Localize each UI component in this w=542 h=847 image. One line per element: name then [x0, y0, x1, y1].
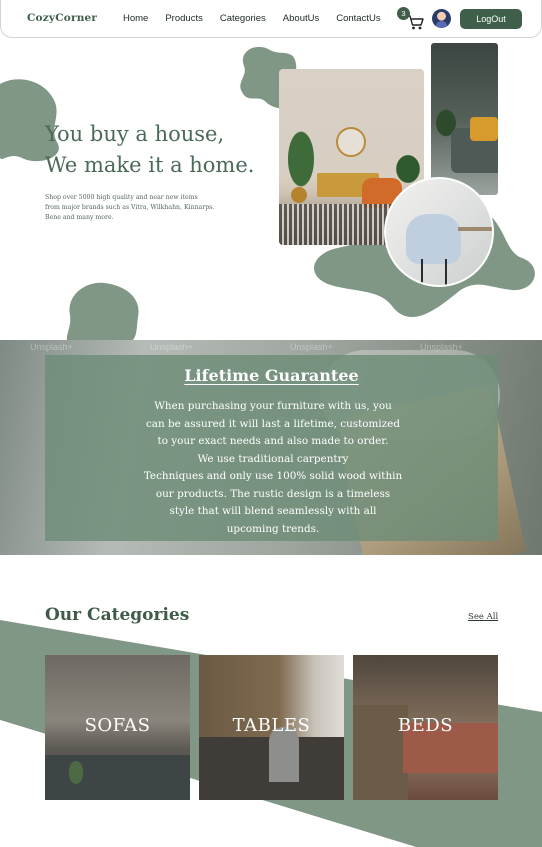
category-card-sofas[interactable]: SOFAS [45, 655, 190, 800]
watermark: Unsplash+ [30, 342, 73, 352]
lifetime-guarantee-title[interactable]: Lifetime Guarantee [45, 366, 498, 385]
chair-photo [384, 177, 494, 287]
see-all-link[interactable]: See All [468, 612, 498, 622]
watermark: Unsplash+ [290, 342, 333, 352]
hero-subtext-line1: Shop over 5000 high quality and near new… [45, 194, 198, 201]
hero-headline: You buy a house, We make it a home. [45, 119, 254, 181]
nav-link-products[interactable]: Products [165, 13, 203, 24]
lifetime-text-line: Techniques and only use 100% solid wood … [143, 470, 403, 482]
avatar[interactable] [432, 9, 451, 28]
hero-subtext: Shop over 5000 high quality and near new… [45, 193, 245, 223]
hero-subtext-line3: Bene and many more. [45, 214, 114, 221]
lifetime-guarantee-box: Lifetime Guarantee When purchasing your … [45, 355, 498, 541]
categories-title: Our Categories [45, 605, 190, 625]
hero-subtext-line2: from major brands such as Vitra, Wilkhah… [45, 204, 215, 211]
hero-headline-line1: You buy a house, [45, 122, 225, 146]
lifetime-text-line: style that will blend seamlessly with al… [169, 505, 377, 517]
category-label-beds: BEDS [397, 715, 454, 736]
nav-link-aboutus[interactable]: AboutUs [283, 13, 319, 24]
watermark: Unsplash+ [150, 342, 193, 352]
lifetime-guarantee-section: Unsplash+ Unsplash+ Unsplash+ Unsplash+ … [0, 340, 542, 555]
lifetime-text-line: upcoming trends. [226, 522, 320, 535]
navbar: CozyCorner Home Products Categories Abou… [0, 0, 542, 38]
lifetime-text-line: can be assured it will last a lifetime, … [145, 417, 400, 430]
nav-links: Home Products Categories AboutUs Contact… [123, 13, 398, 24]
nav-link-contactus[interactable]: ContactUs [336, 13, 380, 24]
watermark: Unsplash+ [420, 342, 463, 352]
category-card-beds[interactable]: BEDS [353, 655, 498, 800]
lifetime-text-line: our products. The rustic design is a tim… [155, 487, 391, 500]
hero-headline-line2: We make it a home. [45, 153, 255, 177]
sofa-photo [431, 43, 498, 195]
nav-link-home[interactable]: Home [123, 13, 148, 24]
category-label-sofas: SOFAS [84, 715, 151, 736]
lifetime-text-line: When purchasing your furniture with us, … [154, 400, 392, 412]
lifetime-text-line: to your exact needs and also made to ord… [157, 435, 389, 447]
logout-button[interactable]: LogOut [460, 9, 522, 29]
lifetime-guarantee-text: When purchasing your furniture with us, … [113, 398, 433, 538]
category-label-tables: TABLES [232, 715, 311, 736]
category-card-tables[interactable]: TABLES [199, 655, 344, 800]
cart-count-badge: 3 [397, 7, 410, 20]
hero-blob-bottom [66, 282, 139, 343]
lifetime-text-line: We use traditional carpentry [197, 452, 349, 465]
brand-logo[interactable]: CozyCorner [27, 12, 97, 24]
nav-link-categories[interactable]: Categories [220, 13, 266, 24]
cart-button[interactable]: 3 [397, 7, 425, 32]
